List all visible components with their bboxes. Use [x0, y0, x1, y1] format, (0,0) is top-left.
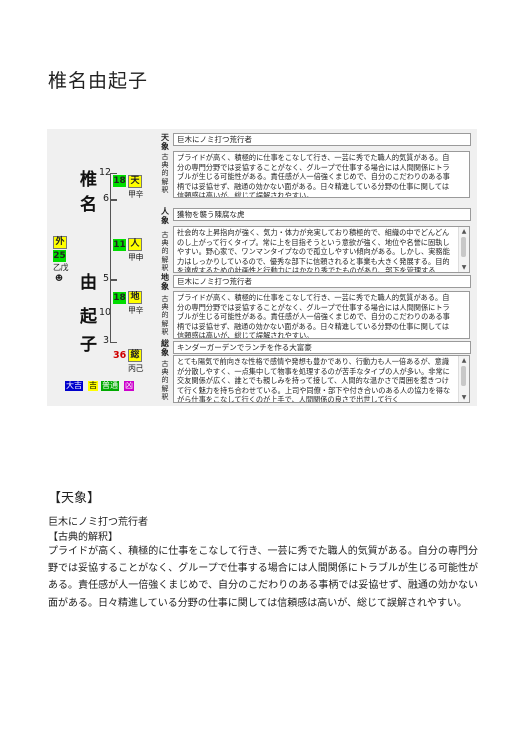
gai-label: 外 [53, 236, 67, 249]
name-char-3: 由 [80, 273, 97, 293]
section-1-memo-text: プライドが高く、積極的に仕事をこなして行き、一芸に秀でた職人的気質がある。自分の… [177, 153, 450, 198]
ten-label: 天 [128, 175, 142, 188]
luck-kyo: 凶 [124, 381, 134, 391]
section-1-label: 天象 [161, 133, 169, 151]
scroll-down-icon[interactable]: ▼ [459, 393, 469, 402]
name-char-1: 椎 [80, 170, 97, 190]
section-2-title-field[interactable]: 獲物を襲う陳腐な虎 [173, 208, 471, 221]
ten-value: 18 [113, 175, 126, 187]
name-strokes-3: 5 [103, 273, 110, 284]
section-3-memo[interactable]: プライドが高く、積極的に仕事をこなして行き、一芸に秀でた職人的気質がある。自分の… [173, 291, 470, 339]
section-heading: 【天象】 [48, 491, 101, 506]
section-4-scrollbar[interactable]: ▲ ▼ [458, 356, 469, 402]
page-title: 椎名由起子 [48, 70, 149, 92]
jin-label: 人 [128, 238, 142, 251]
section-3-label: 地象 [161, 273, 169, 291]
section-4-sub: 古典的解釈 [161, 360, 169, 401]
chi-sub: 甲辛 [128, 306, 144, 315]
name-char-2: 名 [80, 195, 97, 215]
section-2-memo[interactable]: 社会的な上昇指向が強く、気力・体力が充実しており積極的で、組織の中でどんどんのし… [173, 226, 470, 273]
scroll-up-icon[interactable]: ▲ [459, 227, 469, 236]
section-2-memo-text: 社会的な上昇指向が強く、気力・体力が充実しており積極的で、組織の中でどんどんのし… [177, 228, 450, 273]
section-body: プライドが高く、積極的に仕事をこなして行き、一芸に秀でた職人的気質がある。自分の… [48, 546, 478, 609]
section-4-title-field[interactable]: キンダーガーデンでランチを作る大富豪 [173, 341, 471, 354]
gai-sub: 乙戊 [53, 263, 69, 272]
section-title: 巨木にノミ打つ荒行者 [48, 517, 148, 528]
section-1-title-field[interactable]: 巨木にノミ打つ荒行者 [173, 133, 471, 146]
name-strokes-2: 6 [103, 193, 110, 204]
chi-label: 地 [128, 291, 142, 304]
section-1-memo[interactable]: プライドが高く、積極的に仕事をこなして行き、一芸に秀でた職人的気質がある。自分の… [173, 151, 470, 198]
section-2-scrollbar[interactable]: ▲ ▼ [458, 227, 469, 272]
so-sub: 丙己 [128, 364, 144, 373]
luck-futsu: 普通 [101, 381, 119, 391]
chi-bracket [110, 279, 117, 343]
name-char-5: 子 [80, 335, 97, 355]
section-4-label: 総象 [161, 339, 169, 357]
section-3-title-field[interactable]: 巨木にノミ打つ荒行者 [173, 275, 471, 288]
section-2-sub: 古典的解釈 [161, 231, 169, 272]
section-4-memo-text: とても陽気で前向きな性格で感情や発想も豊かであり、行動力も人一倍あるが、意識が分… [177, 357, 451, 403]
luck-kichi: 吉 [88, 381, 98, 391]
gai-value: 25 [53, 250, 66, 262]
scroll-thumb[interactable] [461, 366, 466, 386]
section-3-memo-text: プライドが高く、積極的に仕事をこなして行き、一芸に秀でた職人的気質がある。自分の… [177, 293, 450, 339]
name-char-4: 起 [80, 307, 97, 327]
chi-value: 18 [113, 292, 126, 304]
section-subheading: 【古典的解釈】 [48, 532, 118, 543]
scroll-down-icon[interactable]: ▼ [459, 263, 469, 272]
so-label: 総 [128, 349, 142, 362]
scroll-up-icon[interactable]: ▲ [459, 356, 469, 365]
jin-value: 11 [113, 239, 126, 251]
face-icon: ☻ [55, 274, 64, 284]
section-1-sub: 古典的解釈 [161, 153, 169, 194]
section-3-sub: 古典的解釈 [161, 295, 169, 336]
so-value: 36 [113, 350, 127, 361]
name-strokes-5: 3 [103, 335, 110, 346]
jin-sub: 甲申 [128, 253, 144, 262]
scroll-thumb[interactable] [461, 237, 466, 257]
luck-daikichi: 大吉 [65, 381, 83, 391]
section-2-label: 人象 [161, 207, 169, 225]
fortune-panel: 椎 12 名 6 由 5 起 10 子 3 18 天 甲辛 11 人 甲申 外 … [47, 129, 477, 406]
ten-sub: 甲辛 [128, 190, 144, 199]
section-4-memo[interactable]: とても陽気で前向きな性格で感情や発想も豊かであり、行動力も人一倍あるが、意識が分… [173, 355, 470, 403]
